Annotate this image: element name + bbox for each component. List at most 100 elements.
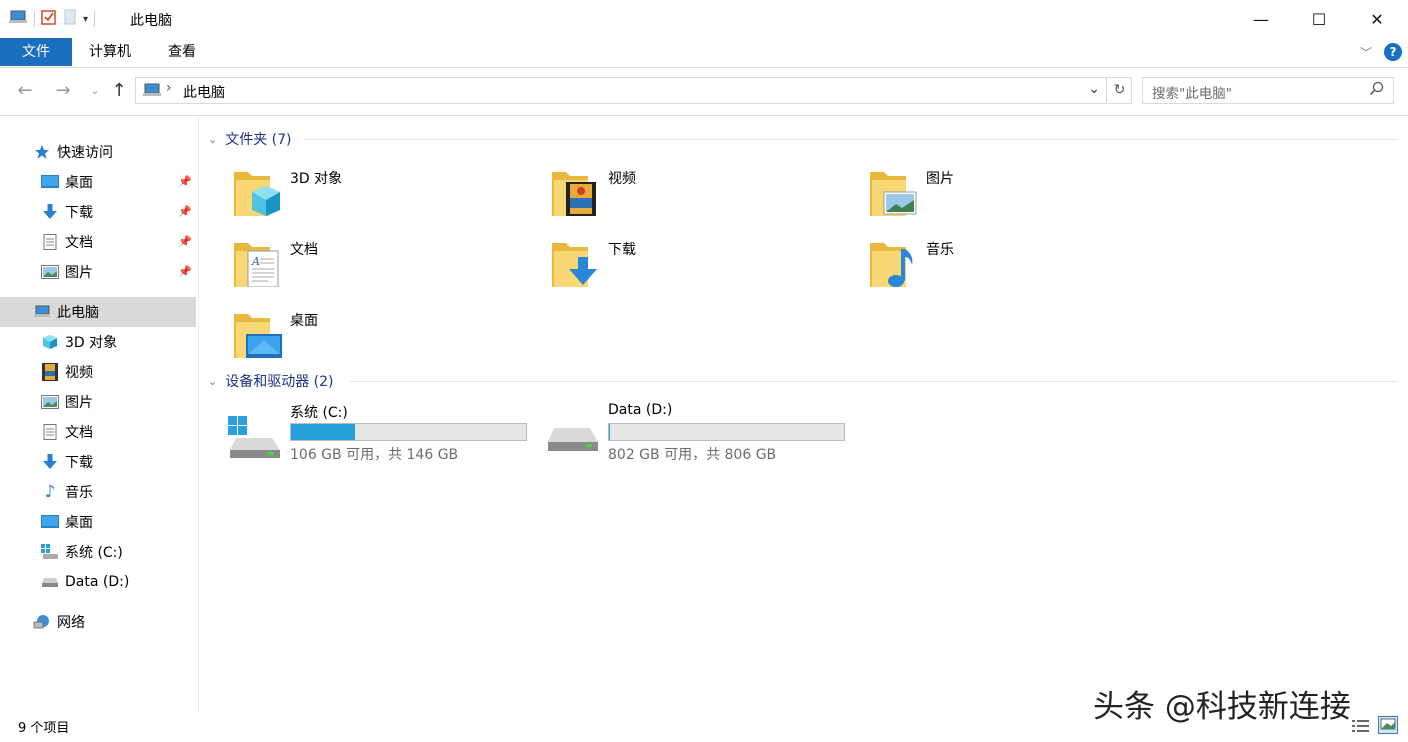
document-icon — [41, 234, 59, 250]
sidebar-item-documents-pinned[interactable]: 文档 📌 — [0, 227, 196, 257]
music-note-icon: ♪ — [44, 482, 56, 502]
this-pc-icon — [142, 82, 162, 102]
details-view-icon[interactable] — [1352, 718, 1370, 738]
tab-file[interactable]: 文件 — [0, 38, 72, 66]
folder-name: 文档 — [290, 242, 318, 258]
svg-text:A: A — [251, 255, 260, 268]
sidebar-item-3d-objects[interactable]: 3D 对象 — [0, 327, 196, 357]
folder-tile[interactable]: 视频 — [552, 160, 852, 222]
sidebar-item-drive-d[interactable]: Data (D:) — [0, 567, 196, 597]
title-bar: ▾ 此电脑 — ☐ ✕ — [0, 0, 1408, 38]
expand-ribbon-chevron-icon[interactable]: ﹀ — [1360, 44, 1372, 61]
group-divider — [350, 381, 1398, 382]
properties-icon[interactable] — [41, 9, 57, 29]
folder-tile[interactable]: 下载 — [552, 231, 852, 293]
folder-tile[interactable]: 桌面 — [234, 302, 534, 364]
ribbon: 文件 计算机 查看 ﹀ ? — [0, 38, 1408, 68]
documents-icon: A — [234, 237, 284, 288]
minimize-button[interactable]: — — [1232, 0, 1290, 38]
drives-group-label: 设备和驱动器 (2) — [225, 374, 334, 390]
address-dropdown-chevron-icon[interactable]: ⌄ — [1088, 81, 1100, 97]
cube-icon — [41, 334, 59, 350]
drive-usage-bar — [290, 423, 527, 441]
sidebar-item-this-pc[interactable]: 此电脑 — [0, 297, 196, 327]
star-icon — [33, 144, 51, 160]
tab-computer[interactable]: 计算机 — [78, 38, 142, 66]
drive-tile-d[interactable]: Data (D:) 802 GB 可用，共 806 GB — [546, 402, 846, 466]
sidebar-item-label: 下载 — [65, 455, 93, 471]
folder-name: 桌面 — [290, 313, 318, 329]
recent-locations-chevron-icon[interactable]: ⌄ — [84, 80, 106, 102]
sidebar-item-label: 文档 — [65, 425, 93, 441]
navigation-pane: 快速访问 桌面 📌 下载 📌 文档 📌 图片 📌 此电脑 3D 对象 视频 图片… — [0, 117, 199, 713]
picture-icon — [41, 264, 59, 280]
sidebar-item-desktop-pinned[interactable]: 桌面 📌 — [0, 167, 196, 197]
3d-objects-icon — [234, 166, 284, 216]
search-icon — [1369, 81, 1385, 101]
network-globe-icon — [33, 614, 51, 630]
folder-tile[interactable]: 3D 对象 — [234, 160, 534, 222]
sidebar-item-label: 图片 — [65, 265, 93, 281]
drives-group-header[interactable]: ⌄ 设备和驱动器 (2) — [208, 371, 334, 391]
folder-name: 音乐 — [926, 242, 954, 258]
windows-drive-icon — [41, 544, 59, 560]
pin-icon[interactable]: 📌 — [178, 205, 192, 218]
sidebar-item-label: 下载 — [65, 205, 93, 221]
folders-group-header[interactable]: ⌄ 文件夹 (7) — [208, 129, 292, 149]
sidebar-item-quick-access[interactable]: 快速访问 — [0, 137, 196, 167]
tab-view[interactable]: 查看 — [156, 38, 208, 66]
pin-icon[interactable]: 📌 — [178, 265, 192, 278]
collapse-chevron-icon[interactable]: ⌄ — [208, 375, 217, 388]
sidebar-item-documents[interactable]: 文档 — [0, 417, 196, 447]
sidebar-item-label: 视频 — [65, 365, 93, 381]
toolbar-separator — [34, 11, 35, 27]
folder-name: 图片 — [926, 171, 954, 187]
download-arrow-icon — [41, 204, 59, 220]
refresh-icon[interactable]: ↻ — [1108, 77, 1132, 104]
search-input[interactable]: 搜索"此电脑" — [1142, 77, 1394, 104]
music-icon — [870, 237, 920, 287]
maximize-button[interactable]: ☐ — [1290, 0, 1348, 38]
sidebar-item-label: 桌面 — [65, 515, 93, 531]
new-folder-icon[interactable] — [63, 9, 77, 29]
close-button[interactable]: ✕ — [1348, 0, 1406, 38]
folder-tile[interactable]: 音乐 — [870, 231, 1170, 293]
up-arrow-icon[interactable]: ↑ — [108, 80, 130, 102]
sidebar-item-downloads[interactable]: 下载 — [0, 447, 196, 477]
hard-drive-icon — [41, 574, 59, 590]
downloads-icon — [552, 237, 602, 287]
sidebar-item-label: Data (D:) — [65, 574, 130, 590]
drive-tile-c[interactable]: 系统 (C:) 106 GB 可用，共 146 GB — [228, 402, 528, 466]
folder-tile[interactable]: A 文档 — [234, 231, 534, 293]
customize-toolbar-chevron-icon[interactable]: ▾ — [83, 14, 88, 25]
pin-icon[interactable]: 📌 — [178, 235, 192, 248]
picture-icon — [41, 394, 59, 410]
window-title: 此电脑 — [130, 13, 172, 29]
collapse-chevron-icon[interactable]: ⌄ — [208, 133, 217, 146]
sidebar-item-network[interactable]: 网络 — [0, 607, 196, 637]
sidebar-item-videos[interactable]: 视频 — [0, 357, 196, 387]
sidebar-item-label: 图片 — [65, 395, 93, 411]
help-icon[interactable]: ? — [1384, 43, 1402, 61]
sidebar-item-pictures-pinned[interactable]: 图片 📌 — [0, 257, 196, 287]
sidebar-item-music[interactable]: ♪ 音乐 — [0, 477, 196, 507]
back-arrow-icon[interactable]: ← — [14, 80, 36, 102]
pin-icon[interactable]: 📌 — [178, 175, 192, 188]
desktop-icon — [234, 308, 284, 358]
forward-arrow-icon[interactable]: → — [52, 80, 74, 102]
search-placeholder: 搜索"此电脑" — [1152, 86, 1232, 102]
large-icons-view-icon[interactable] — [1378, 716, 1398, 738]
film-icon — [41, 363, 59, 381]
address-text[interactable]: 此电脑 — [183, 82, 225, 102]
sidebar-item-drive-c[interactable]: 系统 (C:) — [0, 537, 196, 567]
breadcrumb-chevron-icon[interactable]: › — [166, 80, 172, 96]
sidebar-item-pictures[interactable]: 图片 — [0, 387, 196, 417]
drive-usage-fill — [291, 424, 356, 440]
sidebar-item-desktop[interactable]: 桌面 — [0, 507, 196, 537]
drive-name: 系统 (C:) — [290, 405, 348, 421]
folder-tile[interactable]: 图片 — [870, 160, 1170, 222]
address-bar[interactable]: › 此电脑 ⌄ — [135, 77, 1107, 104]
sidebar-item-label: 系统 (C:) — [65, 545, 123, 561]
sidebar-item-downloads-pinned[interactable]: 下载 📌 — [0, 197, 196, 227]
navigation-bar: ← → ⌄ ↑ › 此电脑 ⌄ ↻ 搜索"此电脑" — [0, 68, 1408, 116]
